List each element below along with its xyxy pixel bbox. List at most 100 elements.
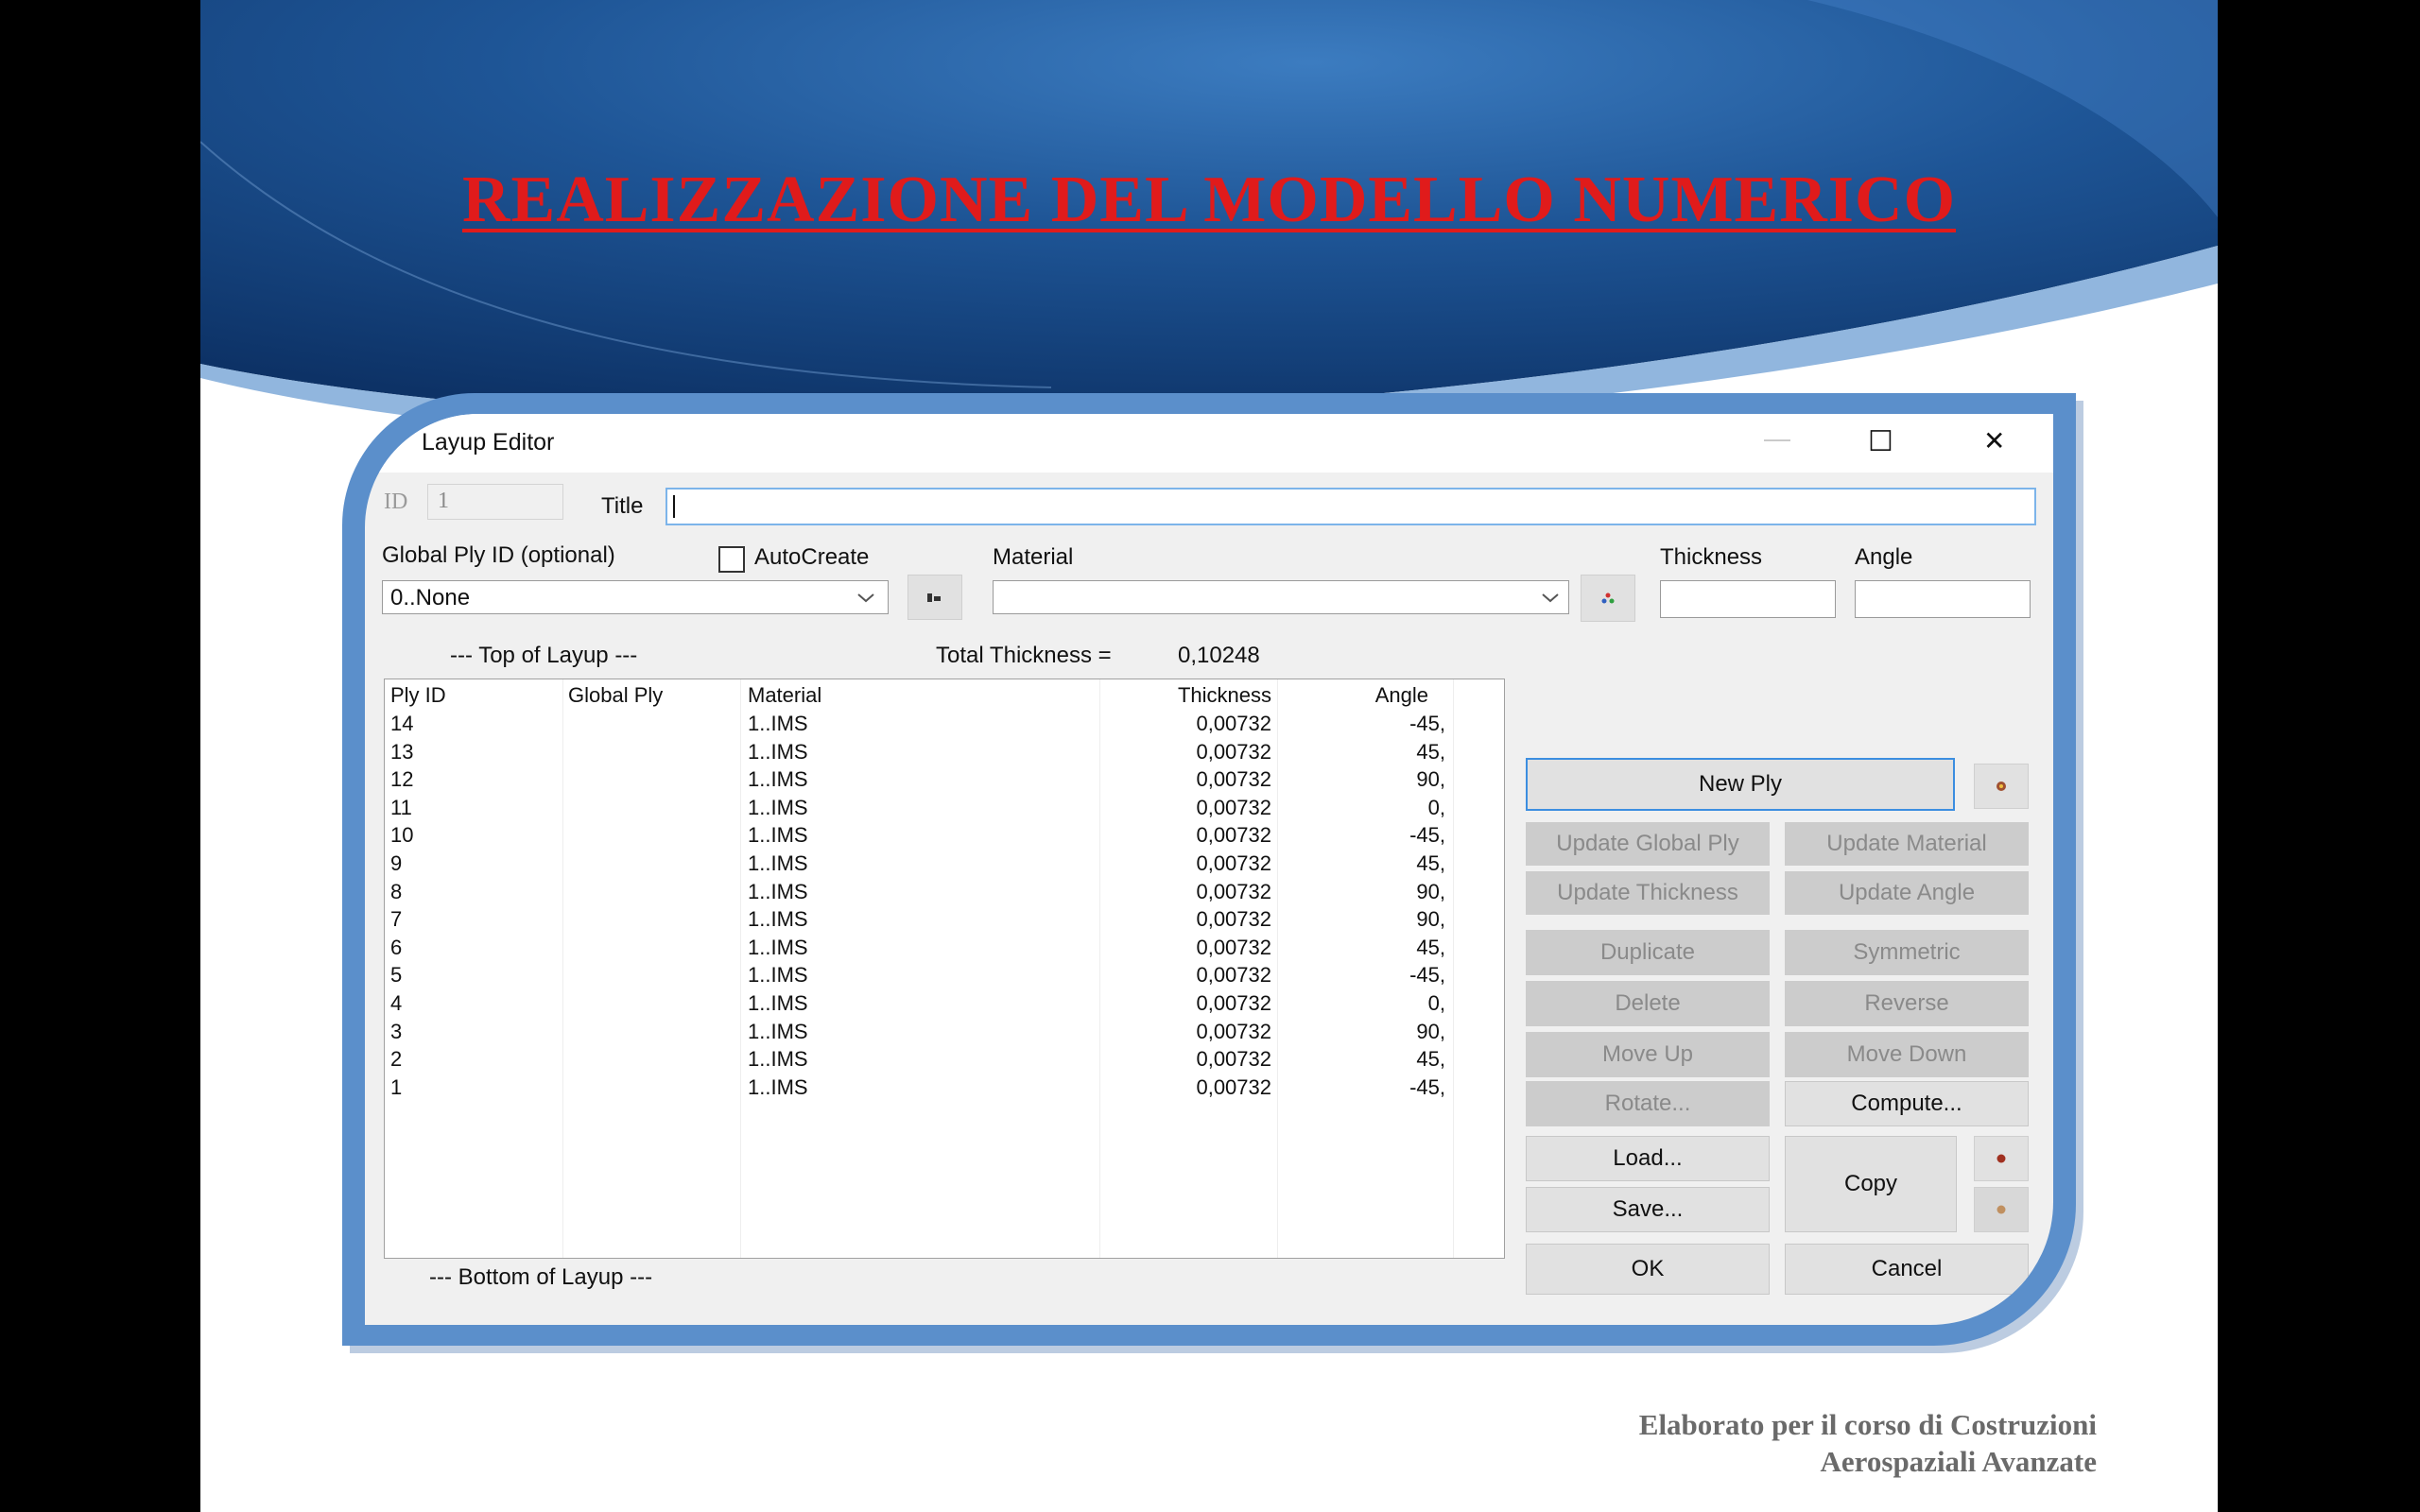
column-header-angle[interactable]: Angle: [1277, 683, 1428, 708]
close-icon[interactable]: ✕: [1983, 425, 2005, 456]
symmetric-button[interactable]: Symmetric: [1785, 930, 2029, 975]
angle-input[interactable]: [1855, 580, 2031, 618]
move-up-button[interactable]: Move Up: [1526, 1032, 1770, 1077]
cell-angle: 90,: [1416, 907, 1445, 932]
save-button[interactable]: Save...: [1526, 1187, 1770, 1232]
cell-ply-id: 7: [390, 907, 403, 932]
copy-options-button[interactable]: [1974, 1136, 2029, 1181]
delete-button[interactable]: Delete: [1526, 981, 1770, 1026]
update-material-button[interactable]: Update Material: [1785, 822, 2029, 866]
options-icon: [1996, 782, 2006, 791]
new-ply-button[interactable]: New Ply: [1526, 758, 1955, 811]
move-down-button[interactable]: Move Down: [1785, 1032, 2029, 1077]
cancel-button[interactable]: Cancel: [1785, 1244, 2029, 1295]
column-header-thickness[interactable]: Thickness: [1099, 683, 1271, 708]
update-global-ply-button[interactable]: Update Global Ply: [1526, 822, 1770, 866]
cell-thickness: 0,00732: [1196, 1047, 1271, 1072]
cell-thickness: 0,00732: [1196, 1019, 1271, 1043]
material-pick-button[interactable]: [1581, 575, 1635, 622]
cell-ply-id: 2: [390, 1047, 403, 1072]
cell-material: 1..IMS: [748, 739, 808, 764]
copy-button[interactable]: Copy: [1785, 1136, 1957, 1232]
autocreate-label: AutoCreate: [754, 544, 870, 570]
table-row[interactable]: 11 1..IMS 0,00732 0,: [385, 796, 1504, 824]
duplicate-button[interactable]: Duplicate: [1526, 930, 1770, 975]
cell-angle: -45,: [1409, 712, 1445, 735]
cell-thickness: 0,00732: [1196, 1074, 1271, 1099]
cell-thickness: 0,00732: [1196, 907, 1271, 932]
table-row[interactable]: 5 1..IMS 0,00732 -45,: [385, 963, 1504, 991]
cell-ply-id: 1: [390, 1074, 403, 1099]
cell-thickness: 0,00732: [1196, 991, 1271, 1015]
plies-table[interactable]: Ply ID Global Ply Material Thickness Ang…: [384, 679, 1505, 1259]
table-row[interactable]: 13 1..IMS 0,00732 45,: [385, 740, 1504, 768]
paste-options-button[interactable]: [1974, 1187, 2029, 1232]
column-header-material[interactable]: Material: [748, 683, 821, 708]
cell-angle: 0,: [1427, 991, 1445, 1015]
cell-angle: -45,: [1409, 823, 1445, 848]
update-thickness-button[interactable]: Update Thickness: [1526, 871, 1770, 915]
thickness-input[interactable]: [1660, 580, 1836, 618]
slide-title: REALIZZAZIONE DEL MODELLO NUMERICO: [461, 163, 1957, 236]
table-row[interactable]: 1 1..IMS 0,00732 -45,: [385, 1075, 1504, 1104]
rotate-button[interactable]: Rotate...: [1526, 1081, 1770, 1126]
chevron-down-icon: [857, 593, 874, 603]
table-row[interactable]: 8 1..IMS 0,00732 90,: [385, 880, 1504, 908]
table-row[interactable]: 7 1..IMS 0,00732 90,: [385, 907, 1504, 936]
table-row[interactable]: 2 1..IMS 0,00732 45,: [385, 1047, 1504, 1075]
title-input[interactable]: [666, 488, 2036, 525]
table-row[interactable]: 12 1..IMS 0,00732 90,: [385, 767, 1504, 796]
global-ply-select[interactable]: 0..None: [382, 580, 889, 614]
text-caret: [673, 495, 675, 518]
new-ply-options-button[interactable]: [1974, 764, 2029, 809]
total-thickness-label: Total Thickness =: [936, 643, 1112, 668]
cell-ply-id: 3: [390, 1019, 403, 1043]
cell-angle: 0,: [1427, 795, 1445, 819]
column-header-ply-id[interactable]: Ply ID: [390, 683, 446, 708]
top-of-layup-label: --- Top of Layup ---: [450, 643, 638, 668]
cell-material: 1..IMS: [748, 1047, 808, 1072]
global-ply-pick-button[interactable]: [908, 575, 962, 620]
table-row[interactable]: 4 1..IMS 0,00732 0,: [385, 991, 1504, 1020]
table-row[interactable]: 9 1..IMS 0,00732 45,: [385, 851, 1504, 880]
table-row[interactable]: 3 1..IMS 0,00732 90,: [385, 1020, 1504, 1048]
cell-ply-id: 12: [390, 767, 414, 792]
load-button[interactable]: Load...: [1526, 1136, 1770, 1181]
cell-angle: 45,: [1416, 851, 1445, 875]
cell-material: 1..IMS: [748, 991, 808, 1015]
cell-thickness: 0,00732: [1196, 823, 1271, 848]
footer-line-1: Elaborato per il corso di Costruzioni: [1638, 1408, 2097, 1441]
cell-ply-id: 6: [390, 935, 403, 959]
table-row[interactable]: 10 1..IMS 0,00732 -45,: [385, 823, 1504, 851]
cell-angle: 90,: [1416, 1019, 1445, 1043]
material-select[interactable]: [993, 580, 1569, 614]
minimize-icon[interactable]: —: [1764, 423, 1790, 454]
pick-icon: [927, 593, 941, 602]
reverse-button[interactable]: Reverse: [1785, 981, 2029, 1026]
cell-material: 1..IMS: [748, 879, 808, 903]
update-angle-button[interactable]: Update Angle: [1785, 871, 2029, 915]
cell-thickness: 0,00732: [1196, 879, 1271, 903]
table-row[interactable]: 14 1..IMS 0,00732 -45,: [385, 712, 1504, 740]
dialog-title: Layup Editor: [422, 429, 555, 455]
ok-button[interactable]: OK: [1526, 1244, 1770, 1295]
footer-line-2: Aerospaziali Avanzate: [1820, 1445, 2097, 1478]
autocreate-checkbox[interactable]: [718, 546, 745, 573]
cell-ply-id: 10: [390, 823, 414, 848]
slide-footer: Elaborato per il corso di Costruzioni Ae…: [1639, 1406, 2097, 1480]
cell-material: 1..IMS: [748, 907, 808, 932]
cell-thickness: 0,00732: [1196, 935, 1271, 959]
compute-button[interactable]: Compute...: [1785, 1081, 2029, 1126]
chevron-down-icon: [1542, 593, 1559, 603]
column-header-global-ply[interactable]: Global Ply: [568, 683, 663, 708]
cell-thickness: 0,00732: [1196, 795, 1271, 819]
table-row[interactable]: 6 1..IMS 0,00732 45,: [385, 936, 1504, 964]
material-label: Material: [993, 544, 1074, 570]
cell-material: 1..IMS: [748, 823, 808, 848]
cell-ply-id: 5: [390, 963, 403, 988]
cell-angle: 45,: [1416, 739, 1445, 764]
paste-icon: [1996, 1205, 2006, 1214]
cell-material: 1..IMS: [748, 1074, 808, 1099]
maximize-icon[interactable]: ☐: [1868, 425, 1893, 458]
cell-thickness: 0,00732: [1196, 767, 1271, 792]
